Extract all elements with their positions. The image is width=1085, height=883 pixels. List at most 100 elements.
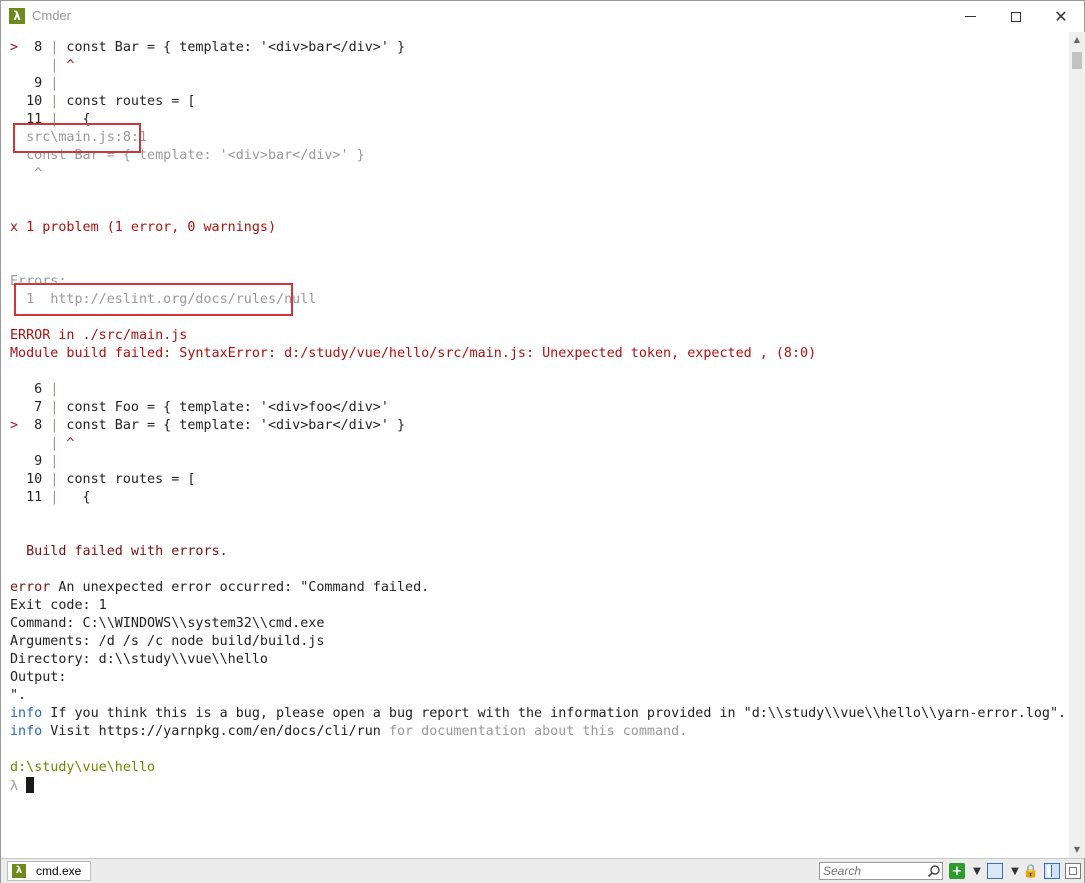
console-line: Directory: d:\\study\\vue\\hello — [10, 651, 268, 669]
search-box[interactable] — [819, 862, 943, 880]
console-line: Arguments: /d /s /c node build/build.js — [10, 633, 324, 651]
console-text: 6 — [10, 382, 51, 397]
minimize-icon — [964, 16, 976, 17]
console-text: Visit https://yarnpkg.com/en/docs/cli/ru… — [42, 724, 389, 739]
console-text: ". — [10, 688, 27, 703]
console-line: 10 | const routes = [ — [10, 471, 195, 489]
console-text: x — [10, 220, 19, 235]
highlight-box-file-location — [13, 123, 141, 153]
title-bar[interactable]: λ Cmder ✕ — [1, 1, 1084, 32]
chevron-down-icon[interactable]: ▼ — [969, 863, 985, 879]
tab-label: cmd.exe — [36, 864, 82, 878]
console-text: info — [10, 724, 43, 739]
console-text: 9 — [10, 76, 51, 91]
console-line: Command: C:\\WINDOWS\\system32\\cmd.exe — [10, 615, 324, 633]
console-line: | ^ — [10, 435, 75, 453]
console-line: error An unexpected error occurred: "Com… — [10, 579, 429, 597]
console-text: | — [50, 382, 59, 397]
console-line: 6 | — [10, 381, 58, 399]
console-text: 7 — [10, 400, 51, 415]
cmd-lambda-icon: λ — [12, 864, 26, 878]
console-line: λ — [10, 777, 35, 795]
console-text: ^ — [10, 166, 43, 181]
console-text: ^ — [58, 58, 75, 73]
console-text: 1 problem (1 error, 0 warnings) — [18, 220, 277, 235]
cmder-window: λ Cmder ✕ > 8 | const Bar = { template: … — [0, 0, 1085, 883]
console-text: Command: C:\\WINDOWS\\system32\\cmd.exe — [10, 616, 325, 631]
console-text: const routes = [ — [58, 472, 196, 487]
split-layout-icon[interactable] — [987, 863, 1003, 879]
console-line: info Visit https://yarnpkg.com/en/docs/c… — [10, 723, 687, 741]
chevron-down-icon[interactable]: ▼ — [1007, 863, 1023, 879]
console-line: Build failed with errors. — [10, 543, 228, 561]
search-icon[interactable] — [927, 864, 941, 878]
console-line: info If you think this is a bug, please … — [10, 705, 1066, 723]
console-line: ^ — [10, 165, 42, 183]
console-line: 9 | — [10, 453, 58, 471]
console-text: 10 — [10, 94, 51, 109]
console-text: ERROR in ./src/main.js — [10, 328, 188, 343]
console-text: Module build failed: SyntaxError: d:/stu… — [10, 346, 817, 361]
console-text: const Bar = { template: '<div>bar</div>'… — [58, 40, 406, 55]
console-line: 7 | const Foo = { template: '<div>foo</d… — [10, 399, 389, 417]
console-line: d:\study\vue\hello — [10, 759, 155, 777]
vertical-scrollbar[interactable]: ▲ ▼ — [1069, 32, 1085, 858]
console-text: 11 — [10, 490, 51, 505]
scrollbar-thumb[interactable] — [1072, 52, 1082, 69]
console-text: const routes = [ — [58, 94, 196, 109]
tab-bar: λ cmd.exe + ▼ ▼ 🔒 — [1, 858, 1084, 883]
console-text: const Foo = { template: '<div>foo</div>' — [58, 400, 389, 415]
console-text: > — [10, 418, 19, 433]
console-text: > — [10, 40, 19, 55]
console-text: Arguments: /d /s /c node build/build.js — [10, 634, 325, 649]
scroll-up-icon[interactable]: ▲ — [1069, 32, 1085, 48]
scroll-down-icon[interactable]: ▼ — [1069, 842, 1085, 858]
console-text: { — [58, 490, 91, 505]
console-line: Output: — [10, 669, 66, 687]
console-text: Output: — [10, 670, 67, 685]
console-text: const Bar = { template: '<div>bar</div>'… — [58, 418, 406, 433]
console-output[interactable]: > 8 | const Bar = { template: '<div>bar<… — [1, 32, 1069, 858]
console-line: > 8 | const Bar = { template: '<div>bar<… — [10, 417, 405, 435]
console-text: | — [50, 76, 59, 91]
console-text: 8 — [18, 40, 51, 55]
close-button[interactable]: ✕ — [1038, 1, 1084, 32]
tab-cmd[interactable]: λ cmd.exe — [7, 861, 91, 881]
console-line: Module build failed: SyntaxError: d:/stu… — [10, 345, 816, 363]
console-line: ". — [10, 687, 26, 705]
console-text: If you think this is a bug, please open … — [42, 706, 1067, 721]
maximize-icon — [1011, 11, 1021, 22]
console-text: d:\study\vue\hello — [10, 760, 156, 775]
console-text: 8 — [18, 418, 51, 433]
console-text: 9 — [10, 454, 51, 469]
close-icon: ✕ — [1054, 7, 1068, 26]
console-text: Directory: d:\\study\\vue\\hello — [10, 652, 268, 667]
panel-toggle-icon[interactable] — [1044, 863, 1060, 879]
console-text: λ — [10, 779, 27, 794]
console-line: 11 | { — [10, 489, 91, 507]
console-text: ^ — [58, 436, 75, 451]
console-text: for documentation about this command. — [388, 724, 688, 739]
minimize-button[interactable] — [947, 1, 993, 32]
console-line: 9 | — [10, 75, 58, 93]
console-line: Exit code: 1 — [10, 597, 107, 615]
console-line: x 1 problem (1 error, 0 warnings) — [10, 219, 276, 237]
lock-icon[interactable]: 🔒 — [1023, 863, 1039, 879]
console-text: An unexpected error occurred: "Command f… — [50, 580, 430, 595]
text-cursor — [26, 777, 35, 793]
console-line: ERROR in ./src/main.js — [10, 327, 187, 345]
console-line: | ^ — [10, 57, 75, 75]
console-text: Exit code: 1 — [10, 598, 107, 613]
console-text: | — [50, 454, 59, 469]
console-text: info — [10, 706, 43, 721]
search-input[interactable] — [820, 863, 924, 879]
console-text: error — [10, 580, 51, 595]
maximize-button[interactable] — [993, 1, 1039, 32]
new-console-icon[interactable]: + — [949, 863, 965, 879]
restore-window-icon[interactable] — [1065, 863, 1081, 879]
console-text: Build failed with errors. — [10, 544, 228, 559]
cmder-lambda-icon[interactable]: λ — [9, 8, 25, 24]
console-text: 10 — [10, 472, 51, 487]
